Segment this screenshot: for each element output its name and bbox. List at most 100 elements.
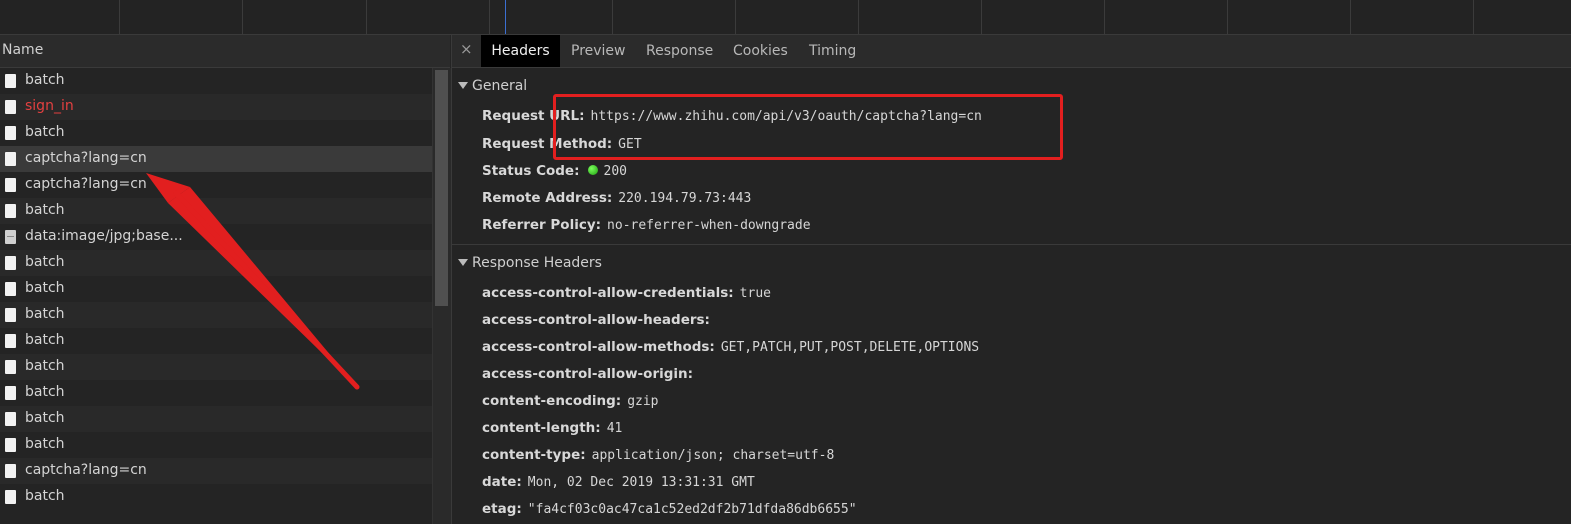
request-method-value: GET: [618, 137, 642, 152]
general-section-header[interactable]: General: [458, 78, 527, 94]
request-name: captcha?lang=cn: [25, 150, 147, 166]
section-divider: [452, 244, 1571, 245]
request-url-value: https://www.zhihu.com/api/v3/oauth/captc…: [590, 109, 982, 124]
status-code-key: Status Code:: [482, 163, 580, 179]
timeline-gridline: [119, 0, 120, 34]
name-column-label: Name: [2, 42, 44, 58]
timeline-gridline: [242, 0, 243, 34]
file-icon: [5, 282, 16, 296]
request-row[interactable]: batch: [0, 120, 432, 146]
response-header-value: Mon, 02 Dec 2019 13:31:31 GMT: [527, 475, 755, 490]
close-icon[interactable]: ×: [460, 40, 473, 58]
request-name: captcha?lang=cn: [25, 176, 147, 192]
file-icon: [5, 178, 16, 192]
response-header-row: content-encoding: gzip: [482, 393, 659, 409]
request-list: batch sign_in batch captcha?lang=cn captcha?…: [0, 68, 432, 510]
request-row[interactable]: data:image/jpg;base...: [0, 224, 432, 250]
request-name: batch: [25, 280, 65, 296]
response-header-row: etag: "fa4cf03c0ac47ca1c52ed2df2b71dfda86…: [482, 501, 857, 517]
request-row[interactable]: batch: [0, 380, 432, 406]
request-row[interactable]: batch: [0, 250, 432, 276]
response-header-key: date:: [482, 474, 522, 490]
request-method-key: Request Method:: [482, 136, 613, 152]
response-header-value: GET,PATCH,PUT,POST,DELETE,OPTIONS: [720, 340, 980, 355]
tab-response[interactable]: Response: [646, 35, 713, 67]
request-url-row: Request URL: https://www.zhihu.com/api/v3…: [482, 108, 982, 124]
timeline-gridline: [489, 0, 490, 34]
request-name: batch: [25, 254, 65, 270]
name-column-header[interactable]: Name: [0, 35, 450, 68]
request-row[interactable]: sign_in: [0, 94, 432, 120]
image-file-icon: [5, 230, 16, 244]
response-header-key: access-control-allow-methods:: [482, 339, 715, 355]
request-name: batch: [25, 202, 65, 218]
request-row[interactable]: batch: [0, 302, 432, 328]
remote-address-key: Remote Address:: [482, 190, 613, 206]
scrollbar-thumb[interactable]: [435, 70, 448, 306]
timeline-gridline: [366, 0, 367, 34]
request-row[interactable]: captcha?lang=cn: [0, 458, 432, 484]
response-header-row: content-length: 41: [482, 420, 622, 436]
request-row[interactable]: batch: [0, 276, 432, 302]
response-header-value: true: [739, 286, 771, 301]
remote-address-value: 220.194.79.73:443: [618, 191, 752, 206]
response-header-key: access-control-allow-origin:: [482, 366, 694, 382]
timeline-gridline: [1227, 0, 1228, 34]
tab-timing[interactable]: Timing: [809, 35, 856, 67]
timeline-gridline: [735, 0, 736, 34]
file-icon: [5, 74, 16, 88]
response-header-row: access-control-allow-headers:: [482, 312, 716, 328]
status-code-value: 200: [603, 164, 627, 179]
timeline-gridline: [612, 0, 613, 34]
response-header-row: access-control-allow-origin:: [482, 366, 699, 382]
file-icon: [5, 360, 16, 374]
request-name: batch: [25, 488, 65, 504]
request-row[interactable]: batch: [0, 432, 432, 458]
file-icon: [5, 308, 16, 322]
tab-cookies[interactable]: Cookies: [733, 35, 788, 67]
request-row[interactable]: captcha?lang=cn: [0, 146, 432, 172]
timeline-overview[interactable]: [0, 0, 1571, 35]
response-header-row: access-control-allow-methods: GET,PATCH,P…: [482, 339, 979, 355]
file-icon: [5, 464, 16, 478]
response-header-row: date: Mon, 02 Dec 2019 13:31:31 GMT: [482, 474, 755, 490]
response-header-row: access-control-allow-credentials: true: [482, 285, 771, 301]
request-name: batch: [25, 436, 65, 452]
status-code-row: Status Code: 200: [482, 163, 627, 179]
response-header-key: content-type:: [482, 447, 586, 463]
file-icon: [5, 256, 16, 270]
referrer-policy-key: Referrer Policy:: [482, 217, 602, 233]
request-url-key: Request URL:: [482, 108, 585, 124]
request-name: sign_in: [25, 98, 74, 114]
file-icon: [5, 204, 16, 218]
response-header-value: "fa4cf03c0ac47ca1c52ed2df2b71dfda86db665…: [527, 502, 857, 517]
response-header-value: 41: [606, 421, 623, 436]
request-row[interactable]: batch: [0, 328, 432, 354]
collapse-triangle-icon: [458, 81, 468, 89]
request-row[interactable]: captcha?lang=cn: [0, 172, 432, 198]
request-name: batch: [25, 72, 65, 88]
file-icon: [5, 438, 16, 452]
collapse-triangle-icon: [458, 258, 468, 266]
file-icon: [5, 126, 16, 140]
request-name: data:image/jpg;base...: [25, 228, 183, 244]
response-header-key: content-encoding:: [482, 393, 622, 409]
referrer-policy-value: no-referrer-when-downgrade: [607, 218, 811, 233]
timeline-gridline: [1104, 0, 1105, 34]
referrer-policy-row: Referrer Policy: no-referrer-when-downgra…: [482, 217, 811, 233]
response-header-key: content-length:: [482, 420, 601, 436]
request-row[interactable]: batch: [0, 68, 432, 94]
tab-preview[interactable]: Preview: [571, 35, 626, 67]
request-row[interactable]: batch: [0, 198, 432, 224]
response-header-key: access-control-allow-headers:: [482, 312, 710, 328]
request-name: captcha?lang=cn: [25, 462, 147, 478]
request-name: batch: [25, 332, 65, 348]
request-list-scrollbar[interactable]: [432, 68, 451, 524]
tab-headers[interactable]: Headers: [481, 35, 560, 67]
response-header-value: gzip: [627, 394, 659, 409]
request-row[interactable]: batch: [0, 354, 432, 380]
request-row[interactable]: batch: [0, 406, 432, 432]
response-headers-section-header[interactable]: Response Headers: [458, 255, 602, 271]
request-row[interactable]: batch: [0, 484, 432, 510]
timeline-gridline: [1473, 0, 1474, 34]
